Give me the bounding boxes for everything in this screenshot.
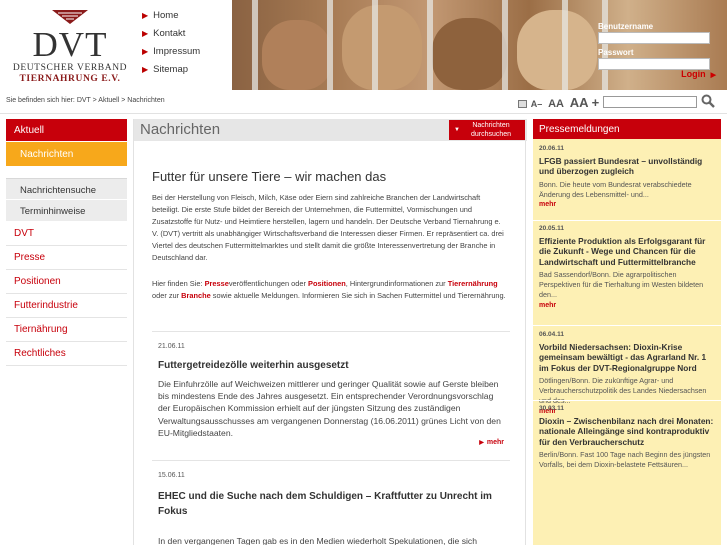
- logo-chevron-icon: [52, 10, 88, 24]
- article-text: In den vergangenen Tagen gab es in den M…: [158, 536, 477, 545]
- triangle-right-icon: ▶: [142, 11, 149, 20]
- triangle-down-icon: ▼: [454, 127, 460, 133]
- press-title[interactable]: Dioxin – Zwischenbilanz nach drei Monate…: [539, 416, 715, 447]
- press-item: 20.06.11 LFGB passiert Bundesrat – unvol…: [533, 145, 721, 208]
- press-text: Dötlingen/Bonn. Die zukünftige Agrar- un…: [539, 375, 707, 405]
- press-date: 30.03.11: [539, 405, 564, 412]
- sidebar-nav: Aktuell Nachrichten Nachrichtensuche Ter…: [6, 119, 127, 366]
- sidebar-item-tiernaehrung[interactable]: Tiernährung: [6, 318, 127, 342]
- link-tierernaehrung[interactable]: Tierernährung: [448, 279, 498, 288]
- triangle-right-icon: ▶: [142, 47, 149, 56]
- topnav-home[interactable]: ▶ Home: [142, 10, 232, 28]
- cow-shape: [262, 20, 332, 90]
- page-title: Nachrichten: [140, 121, 221, 138]
- main-content: Nachrichten ▼ Nachrichten durchsuchen Fu…: [133, 119, 527, 545]
- cow-shape: [432, 18, 507, 90]
- triangle-right-icon: ▶: [710, 72, 716, 79]
- press-title[interactable]: Vorbild Niedersachsen: Dioxin-Krise geme…: [539, 342, 715, 373]
- logo-line-2: TIERNAHRUNG E.V.: [19, 74, 121, 84]
- topnav-kontakt[interactable]: ▶ Kontakt: [142, 28, 232, 46]
- article-title[interactable]: EHEC und die Suche nach dem Schuldigen –…: [158, 489, 508, 519]
- sidebar-item-rechtliches[interactable]: Rechtliches: [6, 342, 127, 366]
- top-navigation: ▶ Home ▶ Kontakt ▶ Impressum ▶ Sitemap: [142, 10, 232, 82]
- sidebar-head-aktuell[interactable]: Aktuell: [6, 119, 127, 141]
- press-item: 20.05.11 Effiziente Produktion als Erfol…: [533, 225, 721, 309]
- triangle-right-icon: ▶: [142, 65, 149, 74]
- link-presse[interactable]: Presse: [205, 279, 229, 288]
- fence-bar: [327, 0, 333, 90]
- print-icon[interactable]: [518, 100, 527, 108]
- font-normal-button[interactable]: AA: [548, 98, 564, 110]
- sidebar-item-futterindustrie[interactable]: Futterindustrie: [6, 294, 127, 318]
- press-title[interactable]: LFGB passiert Bundesrat – unvollständig …: [539, 156, 715, 177]
- press-title[interactable]: Effiziente Produktion als Erfolgsgarant …: [539, 236, 715, 267]
- fence-bar: [502, 0, 508, 90]
- press-more-link[interactable]: mehr: [539, 201, 715, 208]
- intro-heading: Futter für unsere Tiere – wir machen das: [152, 169, 387, 184]
- triangle-right-icon: ▶: [479, 440, 484, 446]
- fence-bar: [562, 0, 568, 90]
- cow-shape: [342, 5, 422, 90]
- article-more-link[interactable]: ▶ mehr: [479, 439, 504, 446]
- password-label: Passwort: [598, 48, 634, 57]
- article-date: 15.06.11: [158, 472, 185, 479]
- login-button[interactable]: Login ▶: [681, 69, 716, 79]
- topnav-impressum[interactable]: ▶ Impressum: [142, 46, 232, 64]
- breadcrumb[interactable]: Sie befinden sich hier: DVT > Aktuell > …: [6, 97, 165, 104]
- press-text: Bad Sassendorf/Bonn. Die agrarpolitische…: [539, 269, 704, 300]
- cow-shape: [517, 10, 597, 90]
- link-branche[interactable]: Branche: [181, 291, 211, 300]
- press-head: Pressemeldungen: [533, 119, 721, 139]
- fence-bar: [427, 0, 433, 90]
- fence-bar: [252, 0, 258, 90]
- breadcrumb-row: Sie befinden sich hier: DVT > Aktuell > …: [0, 90, 727, 114]
- sidebar-item-terminhinweise[interactable]: Terminhinweise: [6, 200, 127, 222]
- article-title[interactable]: Futtergetreidezölle weiterhin ausgesetzt: [158, 358, 508, 373]
- sidebar-item-nachrichtensuche[interactable]: Nachrichtensuche: [6, 178, 127, 200]
- press-date: 20.05.11: [539, 225, 564, 232]
- press-item: 06.04.11 Vorbild Niedersachsen: Dioxin-K…: [533, 331, 721, 415]
- press-text: Berlin/Bonn. Fast 100 Tage nach Beginn d…: [539, 449, 711, 470]
- font-size-controls: A– AA AA +: [518, 95, 599, 110]
- username-input[interactable]: [598, 32, 710, 44]
- search-news-button[interactable]: ▼ Nachrichten durchsuchen: [449, 120, 525, 140]
- login-form: Benutzername Passwort Login ▶: [598, 22, 720, 86]
- press-date: 06.04.11: [539, 331, 564, 338]
- font-increase-button[interactable]: AA +: [570, 95, 600, 110]
- triangle-right-icon: ▶: [142, 29, 149, 38]
- press-date: 20.06.11: [539, 145, 564, 152]
- link-positionen[interactable]: Positionen: [308, 279, 346, 288]
- main-title-bar: Nachrichten ▼ Nachrichten durchsuchen: [134, 119, 527, 141]
- logo-wordmark: DVT: [32, 25, 108, 64]
- dvt-logo[interactable]: DVT DEUTSCHER VERBAND TIERNAHRUNG E.V.: [0, 0, 140, 90]
- press-more-link[interactable]: mehr: [539, 302, 715, 309]
- sidebar-item-nachrichten[interactable]: Nachrichten: [6, 142, 127, 166]
- topnav-sitemap[interactable]: ▶ Sitemap: [142, 64, 232, 82]
- font-decrease-button[interactable]: A–: [531, 99, 543, 109]
- press-text: Bonn. Die heute vom Bundesrat verabschie…: [539, 179, 692, 199]
- sidebar-item-dvt[interactable]: DVT: [6, 222, 127, 246]
- logo-line-1: DEUTSCHER VERBAND: [12, 63, 128, 73]
- article-date: 21.06.11: [158, 343, 185, 350]
- news-article: 15.06.11 EHEC und die Suche nach dem Sch…: [152, 460, 510, 545]
- article-text: Die Einfuhrzölle auf Weichweizen mittler…: [158, 379, 501, 438]
- sidebar-item-presse[interactable]: Presse: [6, 246, 127, 270]
- header: DVT DEUTSCHER VERBAND TIERNAHRUNG E.V. ▶…: [0, 0, 727, 90]
- press-releases: Pressemeldungen 20.06.11 LFGB passiert B…: [533, 119, 721, 545]
- username-label: Benutzername: [598, 22, 654, 31]
- sidebar-item-positionen[interactable]: Positionen: [6, 270, 127, 294]
- intro-text: Bei der Herstellung von Fleisch, Milch, …: [152, 193, 504, 263]
- press-item: 30.03.11 Dioxin – Zwischenbilanz nach dr…: [533, 405, 721, 470]
- intro-links-text: Hier finden Sie: Presseveröffentlichunge…: [152, 279, 506, 301]
- search-input[interactable]: [603, 96, 697, 108]
- search-icon[interactable]: [701, 94, 715, 108]
- news-article: 21.06.11 Futtergetreidezölle weiterhin a…: [152, 331, 510, 461]
- fence-bar: [372, 0, 378, 90]
